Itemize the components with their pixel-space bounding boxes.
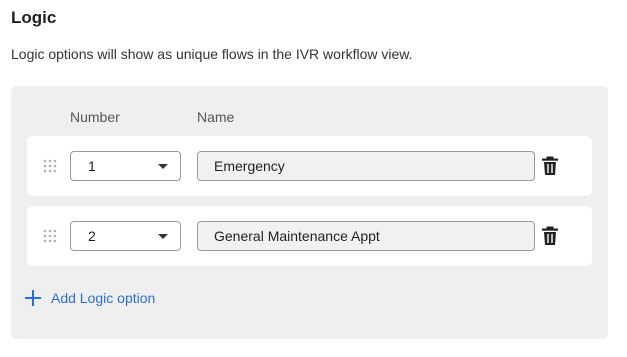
drag-handle-icon[interactable] xyxy=(43,229,57,243)
drag-handle-icon[interactable] xyxy=(43,159,57,173)
add-logic-option-button[interactable]: Add Logic option xyxy=(25,290,155,306)
name-input[interactable] xyxy=(197,221,535,251)
chevron-down-icon xyxy=(158,234,168,239)
section-description: Logic options will show as unique flows … xyxy=(11,46,413,62)
add-logic-option-label: Add Logic option xyxy=(51,290,156,306)
trash-icon[interactable] xyxy=(541,226,559,246)
section-title: Logic xyxy=(11,8,57,27)
plus-icon xyxy=(25,290,41,306)
logic-option-row: 2 xyxy=(27,206,592,266)
trash-icon[interactable] xyxy=(541,156,559,176)
number-select[interactable]: 2 xyxy=(70,221,181,251)
logic-option-row: 1 xyxy=(27,136,592,196)
number-column-header: Number xyxy=(70,109,120,125)
number-select[interactable]: 1 xyxy=(70,151,181,181)
name-column-header: Name xyxy=(197,109,235,125)
number-select-value: 2 xyxy=(88,228,96,244)
chevron-down-icon xyxy=(158,164,168,169)
logic-options-panel: Number Name 1 Emergency 2 General Mainte… xyxy=(11,86,608,339)
name-input[interactable] xyxy=(197,151,535,181)
number-select-value: 1 xyxy=(88,158,96,174)
